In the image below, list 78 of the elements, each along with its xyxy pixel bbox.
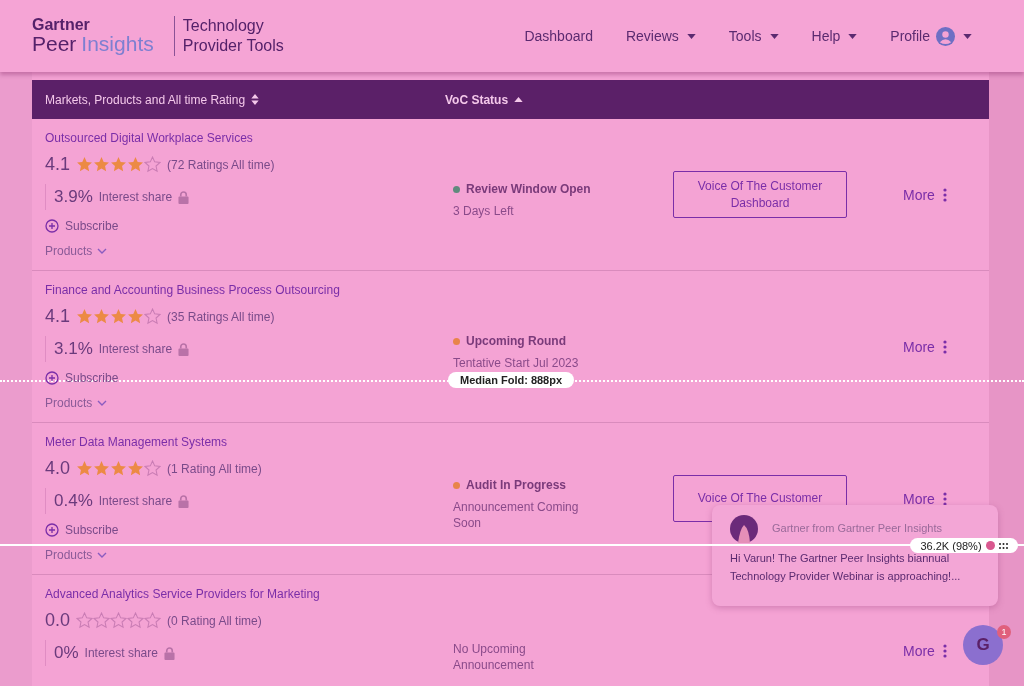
products-toggle[interactable]: Products [45, 548, 108, 562]
subscribe-link[interactable]: Subscribe [45, 520, 119, 540]
caret-icon [963, 33, 972, 39]
kebab-icon [942, 339, 947, 354]
caret-icon [848, 33, 858, 39]
interest-label: Interest share [84, 646, 158, 660]
fold-label: Median Fold: 888px [448, 372, 575, 388]
kebab-icon [942, 491, 947, 506]
kebab-icon [942, 187, 947, 202]
avatar-icon [730, 515, 758, 543]
ratings-count: (0 Rating All time) [167, 613, 262, 628]
subscribe-link[interactable]: Subscribe [45, 216, 119, 236]
market-link[interactable]: Finance and Accounting Business Process Outsourcing [45, 283, 453, 303]
logo-text: Peer [32, 33, 77, 56]
interest-label: Interest share [98, 190, 173, 204]
market-link[interactable]: Advanced Analytics Service Providers for Marketing [45, 587, 453, 607]
attention-label: 36.2K (98%) [920, 539, 982, 552]
marker-dot [985, 541, 995, 550]
chevron-down-icon [97, 400, 108, 406]
lock-icon [178, 342, 190, 356]
interest-value: 3.1% [54, 339, 93, 359]
lock-icon [178, 494, 190, 508]
logo-text: Gartner [32, 16, 91, 34]
product-name: Technology Provider Tools [173, 16, 303, 56]
column-header[interactable]: VoC Status [445, 92, 524, 107]
sort-up-icon [514, 97, 524, 102]
market-link[interactable]: Meter Data Management Systems [45, 435, 453, 455]
kebab-icon [942, 643, 947, 658]
interest-value: 3.9% [54, 187, 93, 207]
chat-launcher[interactable]: G [963, 625, 1003, 665]
nav-link[interactable]: Profile [890, 26, 972, 46]
interest-label: Interest share [98, 494, 173, 508]
more-menu[interactable]: More [903, 186, 947, 203]
plus-circle-icon [45, 523, 59, 537]
nav-link[interactable]: Dashboard [524, 28, 593, 44]
lock-icon [163, 646, 175, 660]
more-menu[interactable]: More [903, 490, 947, 507]
nav-link[interactable]: Reviews [625, 28, 696, 44]
subscribe-link[interactable]: Subscribe [45, 368, 119, 388]
status-title: Audit In Progress [466, 478, 566, 492]
more-menu[interactable]: More [903, 338, 947, 355]
logo-text: Insights [81, 33, 154, 56]
voc-dashboard-button[interactable]: Voice Of The Customer Dashboard [673, 171, 847, 218]
chat-sender: Gartner from Gartner Peer Insights [772, 522, 942, 535]
products-toggle[interactable]: Products [45, 396, 108, 410]
ratings-count: (1 Rating All time) [167, 461, 262, 476]
status-title: Review Window Open [466, 182, 591, 196]
chevron-down-icon [97, 552, 108, 558]
chat-message: Hi Varun! The Gartner Peer Insights biannual Technology Provider Webinar is approaching!... [730, 552, 962, 584]
rating-value: 4.0 [45, 458, 71, 479]
status-detail: No Upcoming Announcement [453, 640, 535, 673]
caret-icon [769, 33, 779, 39]
column-header[interactable]: Markets, Products and All time Rating [45, 92, 260, 107]
ratings-count: (72 Ratings All time) [167, 157, 275, 172]
products-toggle[interactable]: Products [45, 244, 108, 258]
rating-value: 4.1 [45, 306, 71, 327]
rating-value: 4.1 [45, 154, 71, 175]
interest-label: Interest share [98, 342, 173, 356]
status-title: Upcoming Round [466, 334, 566, 348]
status-detail: Tentative Start Jul 2023 [453, 355, 580, 371]
more-menu[interactable]: More [903, 642, 947, 659]
market-link[interactable]: Outsourced Digital Workplace Services [45, 131, 453, 151]
caret-icon [686, 33, 696, 39]
user-icon [936, 26, 955, 46]
lock-icon [178, 190, 190, 204]
interest-value: 0% [54, 643, 79, 663]
sort-icon [251, 94, 260, 105]
status-detail: 3 Days Left [453, 203, 515, 219]
interest-value: 0.4% [54, 491, 93, 511]
plus-circle-icon [45, 371, 59, 385]
grip-icon [998, 542, 1008, 549]
nav-link[interactable]: Help [811, 28, 858, 44]
nav-link[interactable]: Tools [728, 28, 779, 44]
plus-circle-icon [45, 219, 59, 233]
rating-value: 0.0 [45, 610, 71, 631]
chevron-down-icon [97, 248, 108, 254]
status-detail: Announcement Coming Soon [453, 499, 580, 531]
ratings-count: (35 Ratings All time) [167, 309, 275, 324]
